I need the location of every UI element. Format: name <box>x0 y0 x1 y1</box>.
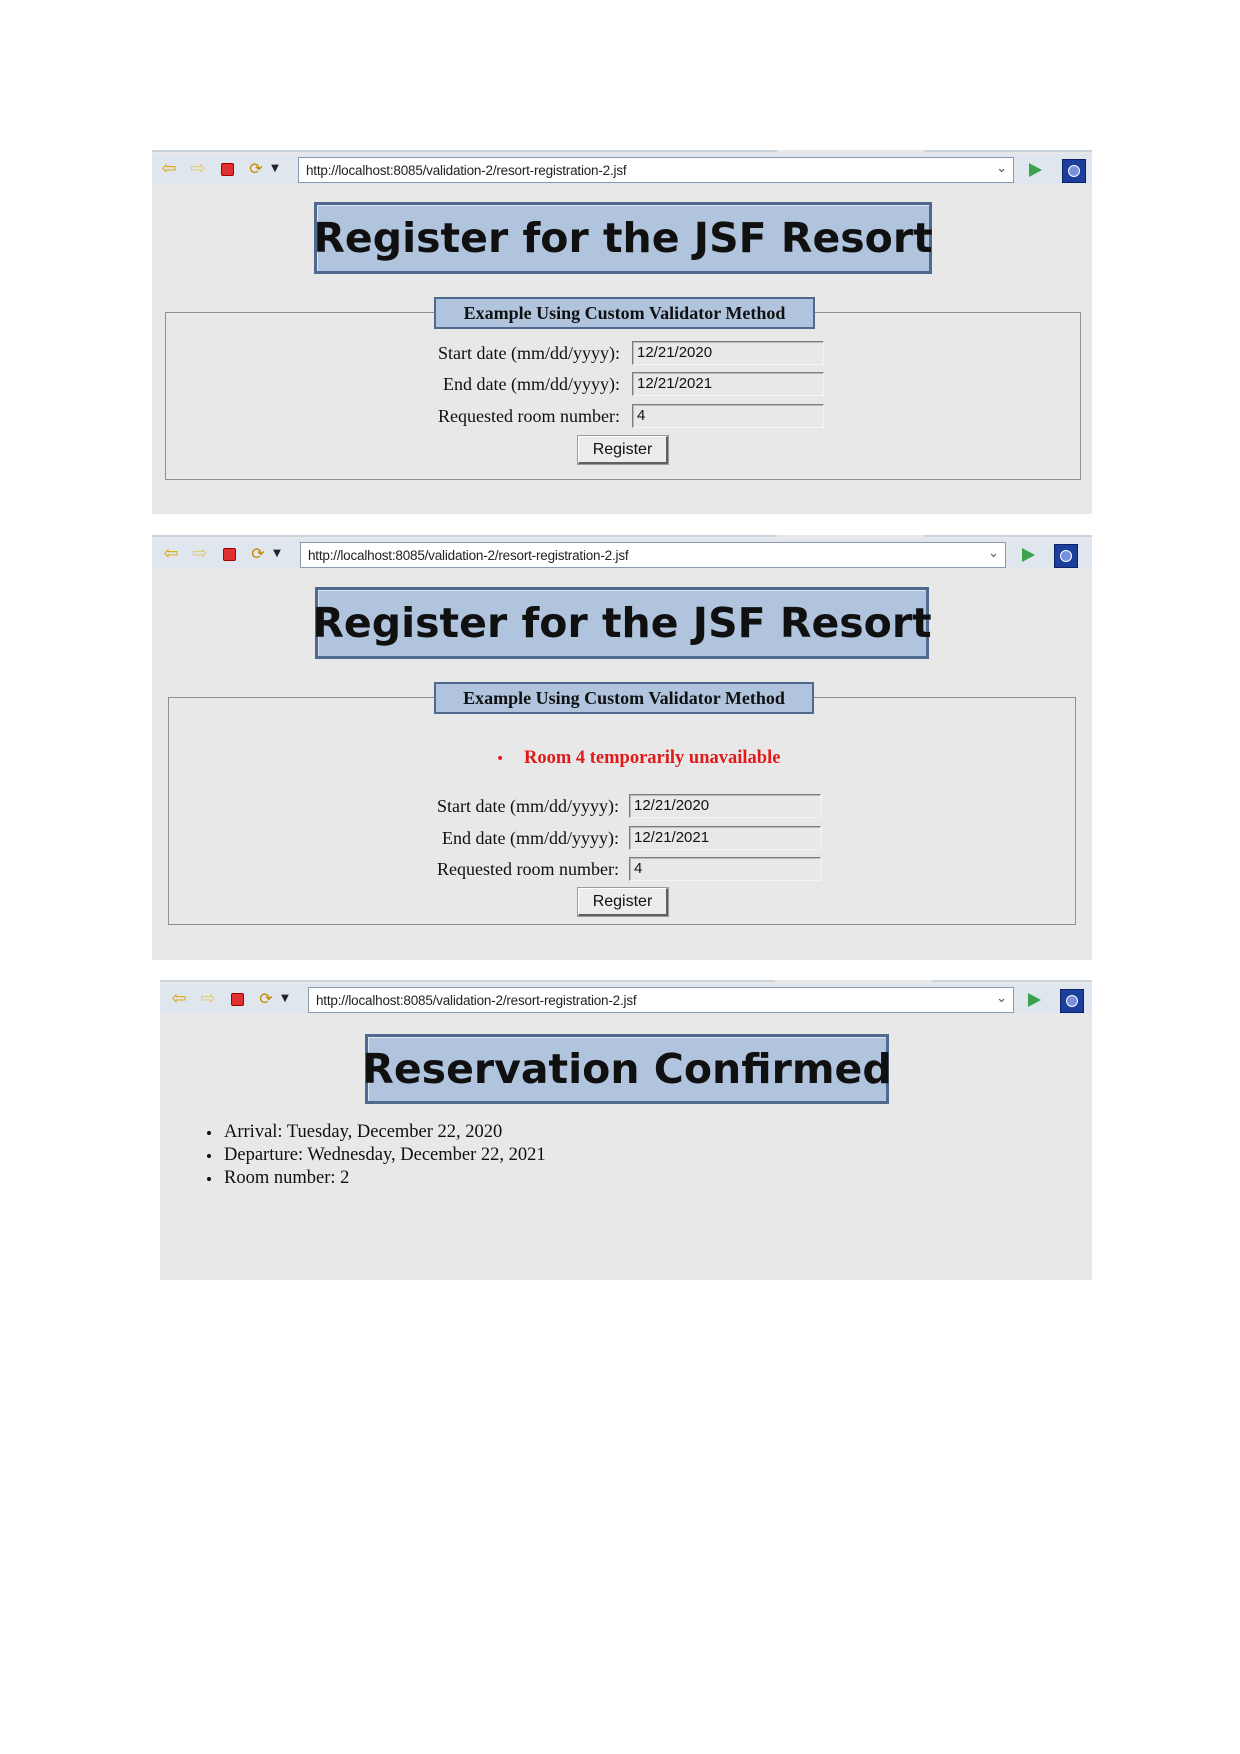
stop-icon[interactable] <box>220 546 238 562</box>
browser-toolbar: ⇦ ⇨ ⟳ ▼ http://localhost:8085/validation… <box>160 984 1092 1014</box>
go-icon[interactable] <box>1022 548 1035 562</box>
dropdown-caret-icon[interactable]: ▼ <box>268 546 286 562</box>
end-date-label: End date (mm/dd/yyyy): <box>443 374 620 394</box>
register-button[interactable]: Register <box>577 887 669 917</box>
window-edge <box>932 980 1092 982</box>
dropdown-caret-icon[interactable]: ▼ <box>276 991 294 1007</box>
list-item: Departure: Wednesday, December 22, 2021 <box>207 1145 546 1168</box>
error-message: Room 4 temporarily unavailable <box>524 748 781 768</box>
list-item: Arrival: Tuesday, December 22, 2020 <box>207 1122 546 1145</box>
refresh-icon[interactable]: ⟳ <box>249 546 267 562</box>
register-button[interactable]: Register <box>577 435 669 465</box>
end-date-field[interactable]: 12/21/2021 <box>629 826 821 850</box>
room-number-field[interactable]: 4 <box>632 404 824 428</box>
url-text: http://localhost:8085/validation-2/resor… <box>306 163 627 178</box>
back-arrow-icon[interactable]: ⇦ <box>162 545 180 563</box>
dropdown-caret-icon[interactable]: ▼ <box>266 161 284 177</box>
window-edge <box>924 150 1092 152</box>
page-title: Reservation Confirmed <box>362 1034 892 1104</box>
room-number-field[interactable]: 4 <box>629 857 821 881</box>
list-item: Room number: 2 <box>207 1168 546 1191</box>
page-title: Register for the JSF Resort <box>313 202 933 274</box>
window-edge <box>152 535 777 537</box>
url-bar[interactable]: http://localhost:8085/validation-2/resor… <box>298 157 1014 183</box>
room-number-text: Room number: 2 <box>224 1168 350 1188</box>
go-icon[interactable] <box>1028 993 1041 1007</box>
bullet-icon <box>207 1131 211 1135</box>
url-bar[interactable]: http://localhost:8085/validation-2/resor… <box>308 987 1014 1013</box>
chevron-down-icon[interactable]: ⌄ <box>996 161 1007 176</box>
start-date-field[interactable]: 12/21/2020 <box>632 341 824 365</box>
chevron-down-icon[interactable]: ⌄ <box>988 546 999 561</box>
departure-text: Departure: Wednesday, December 22, 2021 <box>224 1145 546 1165</box>
browser-toolbar: ⇦ ⇨ ⟳ ▼ http://localhost:8085/validation… <box>152 154 1092 184</box>
end-date-field[interactable]: 12/21/2021 <box>632 372 824 396</box>
form-legend: Example Using Custom Validator Method <box>434 297 815 329</box>
forward-arrow-icon[interactable]: ⇨ <box>191 545 209 563</box>
url-bar[interactable]: http://localhost:8085/validation-2/resor… <box>300 542 1006 568</box>
bullet-icon <box>207 1154 211 1158</box>
confirmation-list: Arrival: Tuesday, December 22, 2020 Depa… <box>207 1122 546 1191</box>
window-edge <box>152 150 777 152</box>
screenshot-confirmation: ⇦ ⇨ ⟳ ▼ http://localhost:8085/validation… <box>160 980 1092 1280</box>
url-text: http://localhost:8085/validation-2/resor… <box>316 993 637 1008</box>
browser-toolbar: ⇦ ⇨ ⟳ ▼ http://localhost:8085/validation… <box>152 539 1092 569</box>
forward-arrow-icon[interactable]: ⇨ <box>189 160 207 178</box>
eclipse-icon[interactable] <box>1054 544 1078 568</box>
back-arrow-icon[interactable]: ⇦ <box>160 160 178 178</box>
forward-arrow-icon[interactable]: ⇨ <box>199 990 217 1008</box>
bullet-icon <box>207 1177 211 1181</box>
eclipse-icon[interactable] <box>1060 989 1084 1013</box>
go-icon[interactable] <box>1029 163 1042 177</box>
url-text: http://localhost:8085/validation-2/resor… <box>308 548 629 563</box>
room-number-label: Requested room number: <box>438 406 620 426</box>
registration-form: Example Using Custom Validator Method St… <box>165 297 1081 480</box>
stop-icon[interactable] <box>218 161 236 177</box>
page-title: Register for the JSF Resort <box>312 587 932 659</box>
registration-form: Example Using Custom Validator Method • … <box>168 682 1076 925</box>
room-number-label: Requested room number: <box>437 859 619 879</box>
stop-icon[interactable] <box>228 991 246 1007</box>
end-date-label: End date (mm/dd/yyyy): <box>442 828 619 848</box>
eclipse-icon[interactable] <box>1062 159 1086 183</box>
arrival-text: Arrival: Tuesday, December 22, 2020 <box>224 1122 503 1142</box>
refresh-icon[interactable]: ⟳ <box>257 991 275 1007</box>
form-legend: Example Using Custom Validator Method <box>434 682 814 714</box>
window-edge <box>160 980 775 982</box>
refresh-icon[interactable]: ⟳ <box>247 161 265 177</box>
chevron-down-icon[interactable]: ⌄ <box>996 991 1007 1006</box>
start-date-label: Start date (mm/dd/yyyy): <box>438 343 620 363</box>
screenshot-initial-form: ⇦ ⇨ ⟳ ▼ http://localhost:8085/validation… <box>152 150 1092 514</box>
window-edge <box>924 535 1092 537</box>
screenshot-validation-error: ⇦ ⇨ ⟳ ▼ http://localhost:8085/validation… <box>152 535 1092 960</box>
start-date-label: Start date (mm/dd/yyyy): <box>437 796 619 816</box>
error-bullet-icon: • <box>496 751 505 767</box>
start-date-field[interactable]: 12/21/2020 <box>629 794 821 818</box>
back-arrow-icon[interactable]: ⇦ <box>170 990 188 1008</box>
